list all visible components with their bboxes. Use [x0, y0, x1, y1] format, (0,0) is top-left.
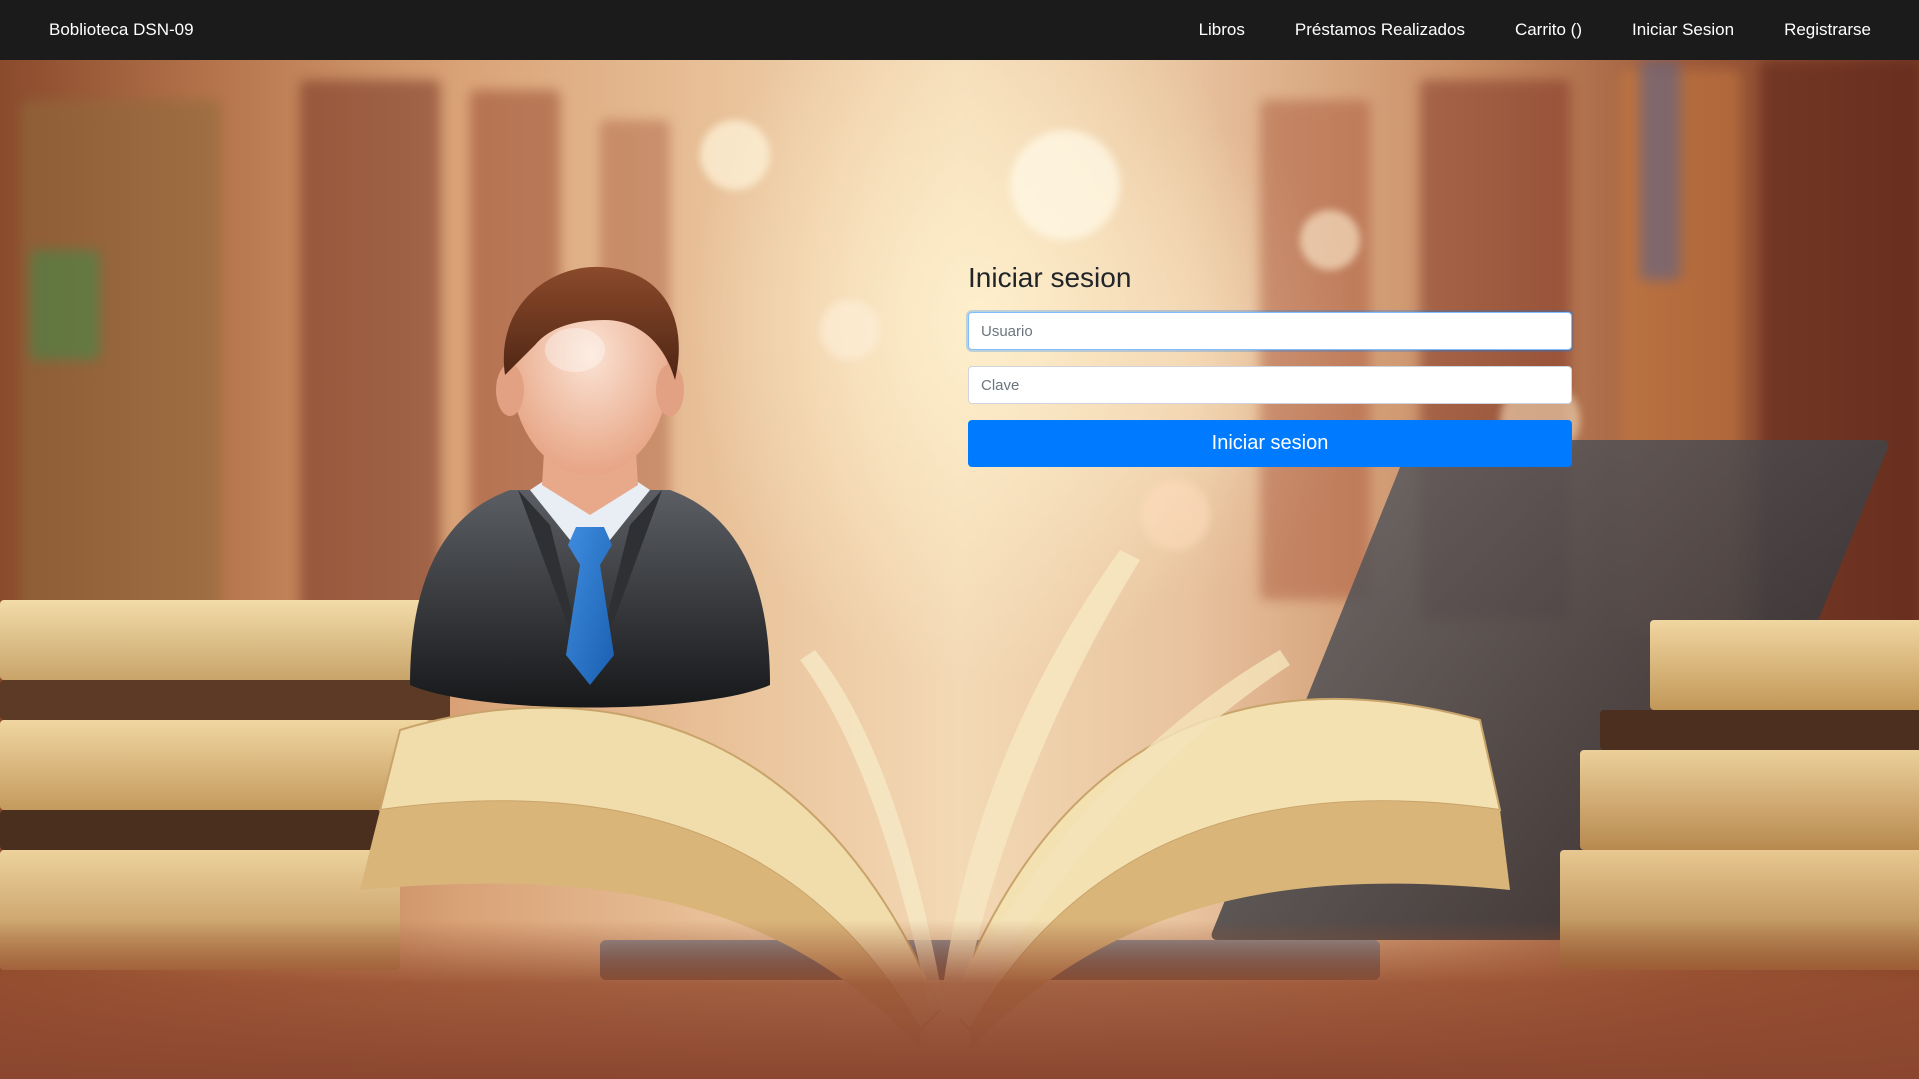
login-submit-button[interactable]: Iniciar sesion: [968, 420, 1572, 467]
navbar: Boblioteca DSN-09 Libros Préstamos Reali…: [0, 0, 1919, 60]
brand-link[interactable]: Boblioteca DSN-09: [49, 19, 194, 41]
user-avatar-icon: [410, 266, 770, 708]
background-library-image: [0, 60, 1919, 1079]
nav-links: Libros Préstamos Realizados Carrito () I…: [1174, 0, 1919, 60]
username-input[interactable]: [968, 312, 1572, 350]
login-title: Iniciar sesion: [968, 262, 1132, 293]
nav-link-prestamos[interactable]: Préstamos Realizados: [1270, 0, 1490, 60]
nav-link-libros[interactable]: Libros: [1174, 0, 1270, 60]
login-form: Iniciar sesion Iniciar sesion: [968, 258, 1572, 467]
password-input[interactable]: [968, 366, 1572, 404]
nav-link-registrarse[interactable]: Registrarse: [1759, 0, 1919, 60]
page: Boblioteca DSN-09 Libros Préstamos Reali…: [0, 0, 1919, 1079]
nav-link-carrito[interactable]: Carrito (): [1490, 0, 1607, 60]
nav-link-iniciar-sesion[interactable]: Iniciar Sesion: [1607, 0, 1759, 60]
